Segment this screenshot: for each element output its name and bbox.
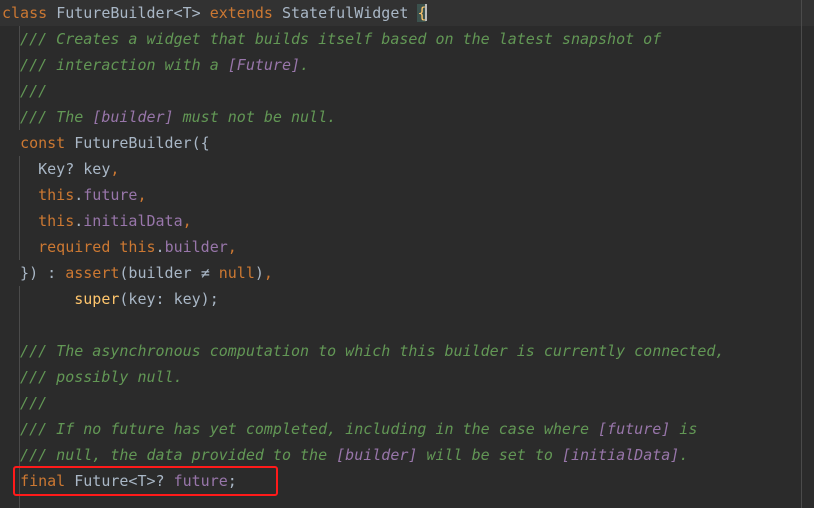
code-token: FutureBuilder <box>74 134 192 152</box>
code-token: /// <box>2 394 48 412</box>
code-token: [builder] <box>336 446 418 464</box>
code-token: builder <box>164 238 228 256</box>
code-token: will be set to <box>417 446 562 464</box>
code-token: null <box>218 264 255 282</box>
code-line[interactable]: Key? key, <box>0 156 814 182</box>
code-line[interactable]: /// <box>0 390 814 416</box>
code-token: [builder] <box>92 108 174 126</box>
code-token: class <box>2 4 48 22</box>
code-token: assert <box>65 264 120 282</box>
code-token: required <box>38 238 111 256</box>
code-token: , <box>110 160 120 178</box>
code-token: initialData <box>83 212 183 230</box>
code-line[interactable]: /// If no future has yet completed, incl… <box>0 416 814 442</box>
code-editor[interactable]: class FutureBuilder<T> extends StatefulW… <box>0 0 814 508</box>
code-token: , <box>137 186 147 204</box>
code-token: this <box>38 186 75 204</box>
code-token: must not be null. <box>173 108 337 126</box>
code-token: future <box>83 186 138 204</box>
code-token: [Future] <box>227 56 301 74</box>
text-caret <box>425 4 428 21</box>
code-token: future <box>173 472 228 490</box>
code-token: (builder <box>119 264 201 282</box>
code-token: ) <box>254 264 264 282</box>
code-token: , <box>182 212 192 230</box>
code-token: /// <box>2 82 48 100</box>
code-token: this <box>38 212 75 230</box>
code-token: . <box>679 446 689 464</box>
code-token: /// interaction with a <box>2 56 228 74</box>
code-token: [future] <box>598 420 671 438</box>
code-token: /// The <box>2 108 93 126</box>
code-token: Key? key <box>38 160 111 178</box>
code-token: /// The asynchronous computation to whic… <box>2 342 725 360</box>
code-line[interactable]: /// interaction with a [Future]. <box>0 52 814 78</box>
code-token: . <box>155 238 165 256</box>
code-token: }) : <box>2 264 66 282</box>
code-line[interactable]: }) : assert(builder ≠ null), <box>0 260 814 286</box>
code-token: . <box>74 186 84 204</box>
code-line[interactable]: this.initialData, <box>0 208 814 234</box>
code-line[interactable]: this.future, <box>0 182 814 208</box>
code-line[interactable]: /// Creates a widget that builds itself … <box>0 26 814 52</box>
code-line[interactable]: final Future<T>? future; <box>0 468 814 494</box>
code-token: StatefulWidget <box>281 4 409 22</box>
code-token: Future<T>? <box>74 472 165 490</box>
code-line[interactable]: required this.builder, <box>0 234 814 260</box>
code-token: [initialData] <box>561 446 680 464</box>
code-line[interactable]: super(key: key); <box>0 286 814 312</box>
code-token: ; <box>227 472 237 490</box>
code-content[interactable]: class FutureBuilder<T> extends StatefulW… <box>0 0 814 494</box>
code-token: ≠ <box>200 264 210 282</box>
code-token: . <box>74 212 84 230</box>
code-token: (key: key); <box>119 290 219 308</box>
code-token: , <box>227 238 237 256</box>
code-token: /// If no future has yet completed, incl… <box>2 420 599 438</box>
code-token: const <box>20 134 66 152</box>
code-line[interactable] <box>0 312 814 338</box>
code-line[interactable]: /// The asynchronous computation to whic… <box>0 338 814 364</box>
code-token: final <box>20 472 66 490</box>
code-token: extends <box>209 4 273 22</box>
code-line[interactable]: class FutureBuilder<T> extends StatefulW… <box>0 0 814 26</box>
code-token: ({ <box>191 134 210 152</box>
code-line[interactable]: /// possibly null. <box>0 364 814 390</box>
code-token: FutureBuilder<T> <box>56 4 201 22</box>
code-line[interactable]: /// null, the data provided to the [buil… <box>0 442 814 468</box>
code-token: this <box>119 238 156 256</box>
code-token: is <box>670 420 698 438</box>
code-line[interactable]: /// The [builder] must not be null. <box>0 104 814 130</box>
code-token: /// null, the data provided to the <box>2 446 337 464</box>
code-token: /// possibly null. <box>2 368 183 386</box>
code-token: super <box>74 290 120 308</box>
code-token: , <box>263 264 273 282</box>
code-line[interactable]: const FutureBuilder({ <box>0 130 814 156</box>
code-token: /// Creates a widget that builds itself … <box>2 30 662 48</box>
code-line[interactable]: /// <box>0 78 814 104</box>
code-token: . <box>300 56 310 74</box>
